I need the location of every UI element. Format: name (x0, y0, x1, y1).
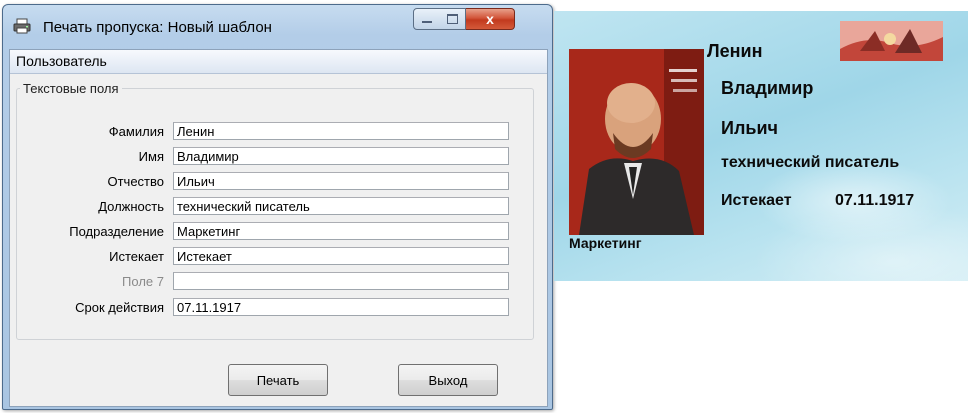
badge-expires-date: 07.11.1917 (835, 192, 915, 209)
window-title: Печать пропуска: Новый шаблон (43, 19, 272, 36)
minimize-icon (422, 21, 432, 23)
badge-department: Маркетинг (569, 235, 642, 251)
logo-image (840, 21, 943, 61)
label-patronymic: Отчество (107, 174, 164, 189)
print-pass-window: Печать пропуска: Новый шаблон x Пользова… (2, 4, 553, 410)
label-validity: Срок действия (75, 300, 164, 315)
printer-icon (13, 18, 31, 34)
pass-preview: Ленин Владимир Ильич технический писател… (554, 11, 968, 281)
label-first-name: Имя (138, 149, 164, 164)
badge-patronymic: Ильич (721, 118, 778, 138)
position-input[interactable] (173, 197, 509, 215)
maximize-icon (447, 14, 458, 24)
close-icon: x (486, 11, 494, 27)
print-button[interactable]: Печать (228, 364, 328, 396)
label-position: Должность (98, 199, 164, 214)
dialog-client-area: Пользователь Текстовые поля Фамилия Имя … (9, 49, 548, 407)
label-last-name: Фамилия (108, 124, 164, 139)
group-title: Текстовые поля (20, 81, 122, 96)
badge-first-name: Владимир (721, 78, 814, 98)
label-expires: Истекает (109, 249, 164, 264)
first-name-input[interactable] (173, 147, 509, 165)
label-department: Подразделение (69, 224, 164, 239)
menu-bar: Пользователь (10, 50, 547, 74)
exit-button[interactable]: Выход (398, 364, 498, 396)
department-input[interactable] (173, 222, 509, 240)
employee-photo (569, 49, 704, 235)
badge-expires-label: Истекает (721, 192, 792, 209)
last-name-input[interactable] (173, 122, 509, 140)
menu-user[interactable]: Пользователь (14, 53, 109, 69)
label-field-7: Поле 7 (122, 274, 164, 289)
maximize-button[interactable] (440, 8, 466, 30)
expires-input[interactable] (173, 247, 509, 265)
badge-position: технический писатель (721, 154, 900, 171)
minimize-button[interactable] (413, 8, 441, 30)
patronymic-input[interactable] (173, 172, 509, 190)
field-7-input[interactable] (173, 272, 509, 290)
badge-last-name: Ленин (707, 41, 763, 61)
validity-input[interactable] (173, 298, 509, 316)
title-bar[interactable]: Печать пропуска: Новый шаблон x (3, 5, 552, 49)
close-button[interactable]: x (466, 8, 515, 30)
